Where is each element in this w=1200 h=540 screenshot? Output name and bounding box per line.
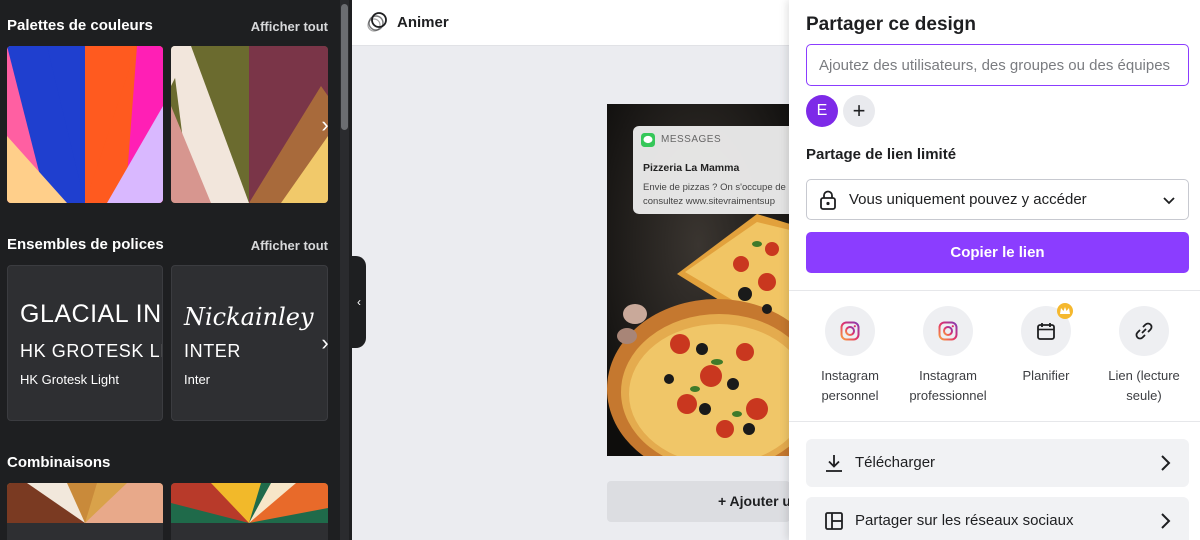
notification-body-line: consultez www.sitevraimentsup [643, 196, 775, 207]
option-label: Planifier [996, 366, 1096, 386]
link-sharing-label: Partage de lien limité [806, 146, 957, 163]
combination-card[interactable] [171, 483, 328, 540]
share-panel-title: Partager ce design [806, 14, 977, 35]
palette-swatch-graphic [7, 46, 163, 203]
download-button[interactable]: Télécharger [806, 439, 1189, 487]
chevron-right-icon [1161, 513, 1171, 529]
palette-swatch-graphic [171, 46, 328, 203]
lock-icon [820, 190, 836, 210]
user-avatar[interactable]: E [806, 95, 838, 127]
share-social-media-button[interactable]: Partager sur les réseaux sociaux [806, 497, 1189, 540]
collapse-panel-button[interactable]: ‹ [352, 256, 366, 348]
combination-graphic [7, 483, 163, 540]
share-instagram-personal-option[interactable]: Instagram personnel [800, 306, 900, 406]
divider [789, 421, 1200, 422]
font-set-card[interactable]: Nickainley INTER Inter [171, 265, 328, 421]
font-sets-title: Ensembles de polices [7, 236, 164, 253]
font-set-subheading: INTER [184, 341, 241, 361]
notification-app-name: MESSAGES [661, 134, 722, 145]
option-label-line: personnel [821, 388, 879, 403]
font-set-subheading: HK GROTESK LIGHT [20, 341, 162, 361]
font-set-body: Inter [184, 372, 211, 387]
chevron-down-icon [1163, 197, 1175, 205]
left-side-panel: Palettes de couleurs Afficher tout › Ens… [0, 0, 352, 540]
color-palette-card[interactable] [171, 46, 328, 203]
option-label-line: seule) [1126, 388, 1162, 403]
view-only-link-option[interactable]: Lien (lecture seule) [1094, 306, 1194, 406]
instagram-icon [938, 321, 958, 341]
option-label-line: Lien (lecture [1108, 368, 1180, 383]
access-level-value: Vous uniquement pouvez y accéder [849, 191, 1087, 208]
design-page[interactable]: MESSAGES Pizzeria La Mamma Envie de pizz… [607, 104, 790, 456]
option-icon-circle [1119, 306, 1169, 356]
download-label: Télécharger [855, 454, 936, 471]
layout-icon [825, 512, 843, 530]
option-icon-circle [923, 306, 973, 356]
font-set-heading: GLACIAL INDIFFERENCE [20, 300, 162, 328]
share-social-media-label: Partager sur les réseaux sociaux [855, 512, 1074, 529]
option-label: Instagram personnel [800, 366, 900, 406]
option-label-line: Instagram [919, 368, 977, 383]
option-label-line: Planifier [1022, 368, 1070, 383]
color-palette-card[interactable] [7, 46, 163, 203]
chevron-right-icon [1161, 455, 1171, 471]
premium-crown-icon [1057, 303, 1073, 319]
access-level-dropdown[interactable]: Vous uniquement pouvez y accéder [806, 179, 1189, 220]
messages-app-icon [641, 133, 655, 147]
combination-card[interactable] [7, 483, 163, 540]
font-sets-see-all-link[interactable]: Afficher tout [251, 238, 328, 253]
font-sets-next-chevron-icon[interactable]: › [314, 328, 336, 358]
palettes-next-chevron-icon[interactable]: › [314, 110, 336, 140]
animate-button[interactable]: Animer [366, 11, 449, 33]
option-label-line: Instagram [821, 368, 879, 383]
add-people-input[interactable] [806, 44, 1189, 86]
share-instagram-business-option[interactable]: Instagram professionnel [898, 306, 998, 406]
font-set-heading: Nickainley [184, 303, 314, 331]
add-person-button[interactable]: + [843, 95, 875, 127]
option-label: Instagram professionnel [898, 366, 998, 406]
font-set-card[interactable]: GLACIAL INDIFFERENCE HK GROTESK LIGHT HK… [7, 265, 163, 421]
option-icon-circle [1021, 303, 1073, 356]
instagram-icon [840, 321, 860, 341]
notification-body-line: Envie de pizzas ? On s'occupe de [643, 182, 786, 193]
option-label: Lien (lecture seule) [1094, 366, 1194, 406]
color-palettes-title: Palettes de couleurs [7, 17, 153, 34]
option-label-line: professionnel [909, 388, 987, 403]
animate-label: Animer [397, 13, 449, 31]
share-design-panel: Partager ce design E + Partage de lien l… [789, 0, 1200, 540]
color-palettes-see-all-link[interactable]: Afficher tout [251, 19, 328, 34]
schedule-option[interactable]: Planifier [996, 303, 1096, 386]
combination-graphic [171, 483, 328, 540]
combinations-title: Combinaisons [7, 454, 111, 471]
font-set-body: HK Grotesk Light [20, 372, 119, 387]
add-page-button[interactable]: + Ajouter une page [607, 481, 790, 522]
message-notification: MESSAGES Pizzeria La Mamma Envie de pizz… [633, 126, 790, 214]
left-panel-scrollbar-thumb[interactable] [341, 4, 348, 130]
link-icon [1135, 322, 1153, 340]
download-icon [826, 455, 842, 472]
option-icon-circle [825, 306, 875, 356]
copy-link-button[interactable]: Copier le lien [806, 232, 1189, 273]
animate-icon [367, 12, 387, 32]
divider [789, 290, 1200, 291]
calendar-icon [1037, 323, 1055, 340]
notification-title: Pizzeria La Mamma [643, 162, 740, 174]
